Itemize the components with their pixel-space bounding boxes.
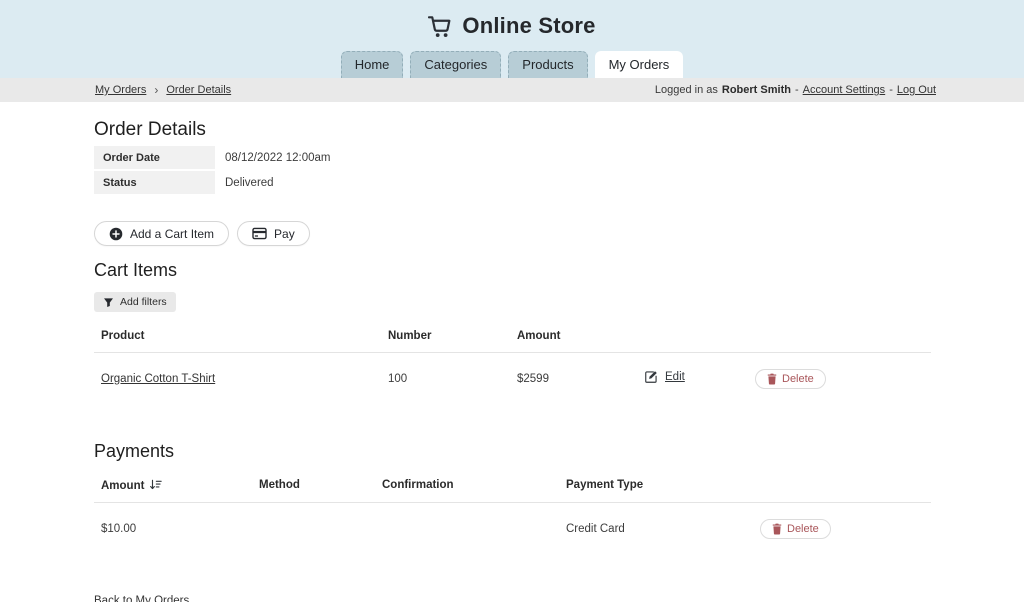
cart-items-heading: Cart Items: [94, 260, 930, 281]
payment-row: $10.00 Credit Card Delete: [94, 502, 931, 557]
payment-type: Credit Card: [559, 502, 756, 557]
tab-home[interactable]: Home: [341, 51, 404, 78]
credit-card-icon: [252, 227, 267, 240]
separator-dash: -: [795, 84, 799, 96]
delete-payment-button[interactable]: Delete: [760, 519, 831, 539]
column-header-spacer: [637, 321, 751, 353]
pay-button[interactable]: Pay: [237, 221, 310, 246]
plus-circle-icon: [109, 227, 123, 241]
logged-in-label: Logged in as: [655, 84, 718, 96]
payments-header-row: Amount Method Confirmation Payment Type: [94, 470, 931, 503]
breadcrumb: My Orders › Order Details: [95, 83, 231, 97]
breadcrumb-my-orders-link[interactable]: My Orders: [95, 84, 146, 96]
column-header-product: Product: [94, 321, 381, 353]
payment-method: [252, 502, 375, 557]
cart-item-row: Organic Cotton T-Shirt 100 $2599 Edit: [94, 352, 931, 407]
cart-items-table: Product Number Amount Organic Cotton T-S…: [94, 321, 931, 407]
column-header-confirmation: Confirmation: [375, 470, 559, 503]
breadcrumb-bar: My Orders › Order Details Logged in as R…: [0, 78, 1024, 102]
trash-icon: [772, 523, 782, 535]
tab-categories[interactable]: Categories: [410, 51, 501, 78]
payments-heading: Payments: [94, 441, 930, 462]
filter-funnel-icon: [103, 297, 114, 308]
column-header-spacer: [751, 321, 931, 353]
separator-dash: -: [889, 84, 893, 96]
chevron-right-icon: ›: [154, 83, 158, 97]
main-nav-tabs: Home Categories Products My Orders: [0, 51, 1024, 78]
user-name: Robert Smith: [722, 84, 791, 96]
column-header-amount: Amount: [510, 321, 637, 353]
field-label: Order Date: [94, 146, 215, 169]
breadcrumb-order-details-link[interactable]: Order Details: [166, 84, 231, 96]
shopping-cart-icon: [428, 15, 453, 38]
edit-label: Edit: [665, 371, 685, 383]
payments-table: Amount Method Confirmation Payment Type …: [94, 470, 931, 557]
back-to-my-orders-link[interactable]: Back to My Orders: [94, 595, 189, 602]
delete-cart-item-button[interactable]: Delete: [755, 369, 826, 389]
field-value: Delivered: [215, 171, 274, 194]
column-header-amount[interactable]: Amount: [94, 470, 252, 503]
add-filters-label: Add filters: [120, 296, 167, 308]
tab-products[interactable]: Products: [508, 51, 587, 78]
payment-amount: $10.00: [94, 502, 252, 557]
app-header: Online Store Home Categories Products My…: [0, 0, 1024, 78]
order-details-fields: Order Date 08/12/2022 12:00am Status Del…: [94, 146, 930, 194]
cart-item-number: 100: [381, 352, 510, 407]
account-settings-link[interactable]: Account Settings: [803, 84, 886, 96]
app-title-row: Online Store: [0, 0, 1024, 39]
sort-amount-icon: [149, 479, 162, 491]
edit-link[interactable]: Edit: [644, 370, 685, 384]
cart-items-header-row: Product Number Amount: [94, 321, 931, 353]
session-info: Logged in as Robert Smith - Account Sett…: [655, 84, 936, 96]
field-row-order-date: Order Date 08/12/2022 12:00am: [94, 146, 930, 169]
app-title: Online Store: [462, 13, 595, 39]
field-label: Status: [94, 171, 215, 194]
field-value: 08/12/2022 12:00am: [215, 146, 331, 169]
trash-icon: [767, 373, 777, 385]
column-header-number: Number: [381, 321, 510, 353]
footer-nav: Back to My Orders: [94, 591, 930, 602]
delete-label: Delete: [782, 373, 814, 385]
page-title: Order Details: [94, 119, 930, 141]
add-cart-item-label: Add a Cart Item: [130, 227, 214, 241]
field-row-status: Status Delivered: [94, 171, 930, 194]
amount-sort-label: Amount: [101, 480, 144, 492]
edit-pencil-square-icon: [644, 370, 658, 384]
payment-confirmation: [375, 502, 559, 557]
add-cart-item-button[interactable]: Add a Cart Item: [94, 221, 229, 246]
main-content: Order Details Order Date 08/12/2022 12:0…: [0, 119, 1024, 602]
column-header-payment-type: Payment Type: [559, 470, 756, 503]
add-filters-button[interactable]: Add filters: [94, 292, 176, 312]
delete-label: Delete: [787, 523, 819, 535]
cart-item-amount: $2599: [510, 352, 637, 407]
log-out-link[interactable]: Log Out: [897, 84, 936, 96]
column-header-method: Method: [252, 470, 375, 503]
pay-label: Pay: [274, 227, 295, 241]
tab-my-orders[interactable]: My Orders: [595, 51, 684, 78]
order-actions: Add a Cart Item Pay: [94, 221, 930, 246]
product-link[interactable]: Organic Cotton T-Shirt: [101, 373, 215, 385]
column-header-spacer: [756, 470, 931, 503]
